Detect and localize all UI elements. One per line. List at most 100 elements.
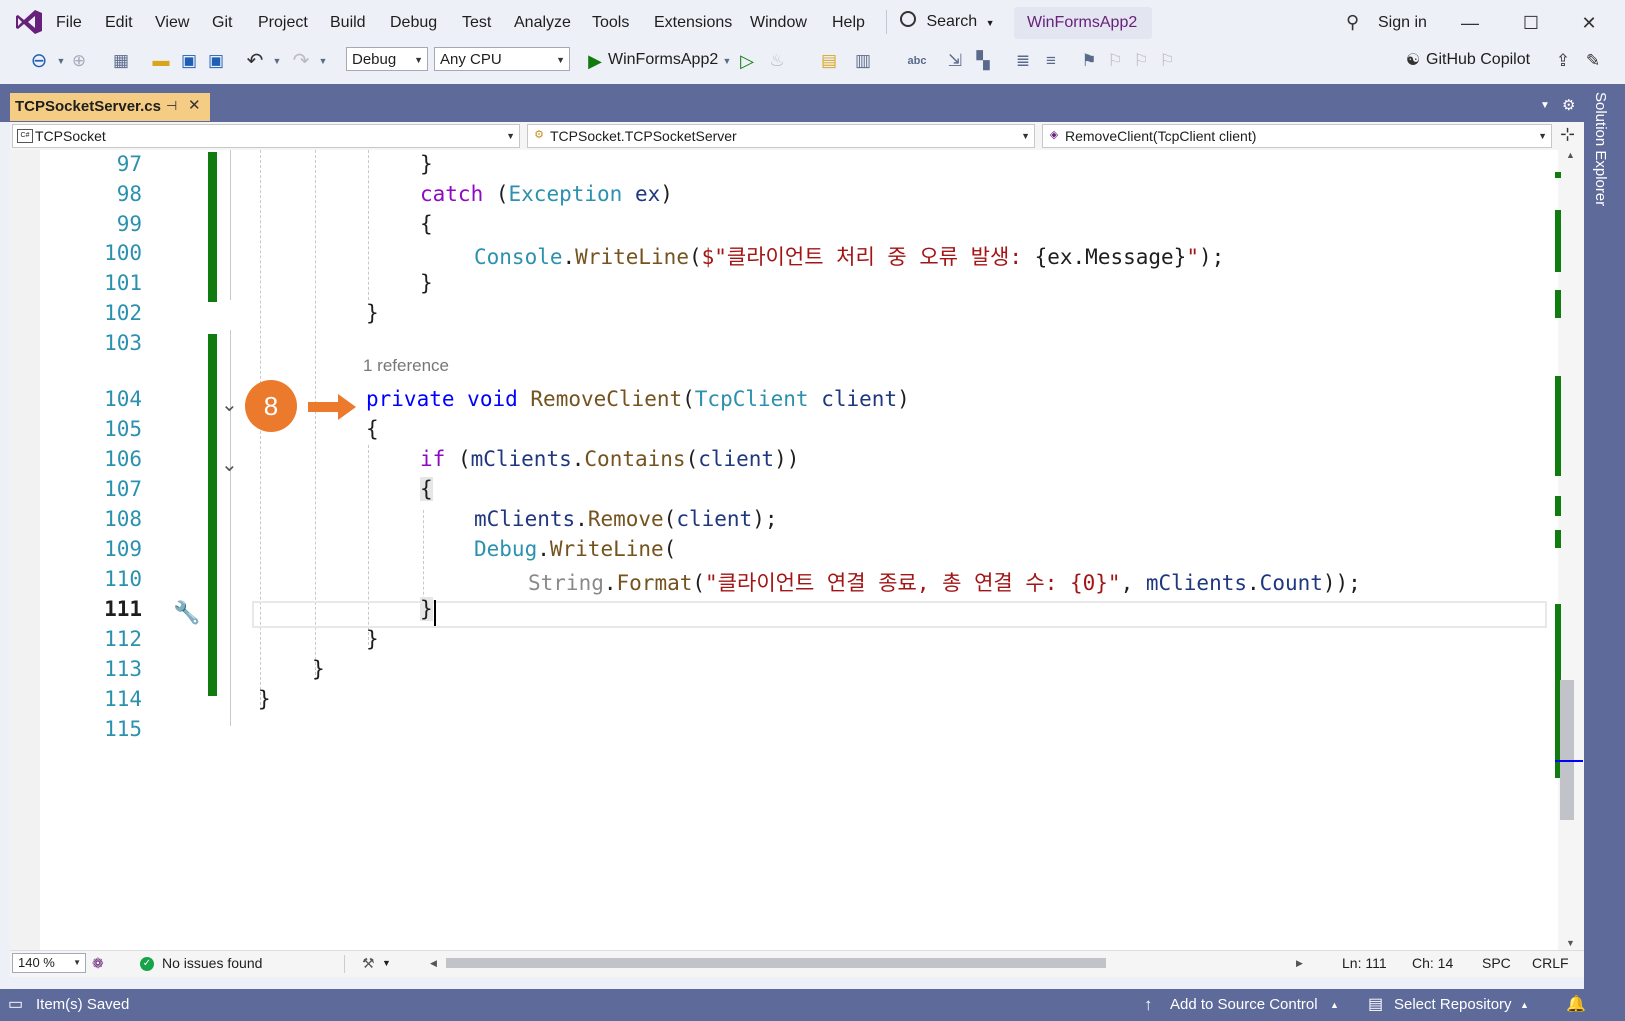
uncomment-icon[interactable]: ≡ — [1040, 50, 1062, 72]
menu-build[interactable]: Build — [330, 0, 366, 44]
collapse-icon[interactable]: ⌄ — [221, 452, 238, 477]
chevron-down-icon: ▼ — [985, 18, 995, 28]
line-number: 109 — [104, 537, 142, 561]
member-select[interactable]: ◈ RemoveClient(TcpClient client) ▼ — [1042, 124, 1552, 148]
pin-icon[interactable]: ⊣ — [166, 98, 177, 114]
copilot-status-icon[interactable]: ❁ — [92, 951, 104, 975]
code-map-icon[interactable]: ▚ — [972, 50, 994, 72]
chevron-up-icon: ▲ — [1520, 1000, 1529, 1010]
comment-icon[interactable]: ≣ — [1012, 50, 1034, 72]
split-editor-icon[interactable]: ⊹ — [1560, 124, 1575, 145]
overview-change-mark — [1555, 496, 1561, 516]
start-without-debugging-icon[interactable]: ▷ — [736, 50, 758, 72]
class-icon: ⚙ — [534, 129, 544, 141]
class-view-icon[interactable]: ▥ — [852, 50, 874, 72]
separator — [344, 955, 345, 973]
type-select[interactable]: ⚙ TCPSocket.TCPSocketServer ▼ — [527, 124, 1035, 148]
add-to-source-control-button[interactable]: Add to Source Control — [1170, 989, 1318, 1021]
solution-configuration-select[interactable]: Debug ▼ — [346, 47, 428, 71]
code-line-98: catch (Exception ex) — [420, 182, 673, 206]
solution-explorer-icon[interactable]: ▤ — [818, 50, 840, 72]
scroll-down-icon[interactable]: ▼ — [1566, 938, 1575, 948]
zoom-select[interactable]: 140 % ▼ — [12, 953, 86, 973]
step-into-icon[interactable]: ⇲ — [944, 50, 966, 72]
play-icon[interactable]: ▶ — [584, 50, 606, 72]
line-number: 105 — [104, 417, 142, 441]
clear-bookmarks-icon[interactable]: ⚐ — [1156, 50, 1178, 72]
menu-window[interactable]: Window — [750, 0, 807, 44]
chevron-down-icon[interactable]: ▼ — [266, 50, 288, 72]
menu-view[interactable]: View — [155, 0, 189, 44]
scroll-right-icon[interactable]: ▶ — [1296, 951, 1303, 975]
line-ending-indicator[interactable]: CRLF — [1532, 951, 1569, 975]
save-icon[interactable]: ▣ — [178, 50, 200, 72]
feedback-icon[interactable]: ✎ — [1582, 50, 1604, 72]
menu-analyze[interactable]: Analyze — [514, 0, 571, 44]
navigate-back-icon[interactable]: ⊖ — [28, 50, 50, 72]
close-tab-icon[interactable]: ✕ — [188, 96, 201, 114]
menu-test[interactable]: Test — [462, 0, 491, 44]
menu-git[interactable]: Git — [212, 0, 232, 44]
code-editor[interactable] — [10, 150, 1558, 962]
solution-platform-select[interactable]: Any CPU ▼ — [434, 47, 570, 71]
gear-icon[interactable]: ⚙ — [1562, 96, 1575, 114]
line-indicator[interactable]: Ln: 111 — [1342, 951, 1387, 975]
start-debugging-button[interactable]: WinFormsApp2 — [608, 48, 718, 72]
spell-check-icon[interactable]: abc — [906, 50, 928, 72]
maximize-button[interactable]: ☐ — [1508, 6, 1554, 40]
save-all-icon[interactable]: ▣ — [205, 50, 227, 72]
github-copilot-button[interactable]: GitHub Copilot — [1426, 48, 1530, 72]
menu-project[interactable]: Project — [258, 0, 308, 44]
minimize-button[interactable]: — — [1447, 6, 1493, 40]
share-icon[interactable]: ⇪ — [1552, 50, 1574, 72]
menu-extensions[interactable]: Extensions — [654, 0, 732, 44]
code-line-101: } — [420, 271, 433, 295]
scroll-up-icon[interactable]: ▲ — [1566, 150, 1575, 160]
outline-line — [230, 330, 231, 726]
chevron-down-icon[interactable]: ▼ — [382, 951, 391, 975]
bookmark-icon[interactable]: ⚑ — [1078, 50, 1100, 72]
hot-reload-icon[interactable]: ♨ — [766, 50, 788, 72]
next-bookmark-icon[interactable]: ⚐ — [1130, 50, 1152, 72]
menu-tools[interactable]: Tools — [592, 0, 629, 44]
horizontal-scroll-thumb[interactable] — [446, 958, 1106, 968]
line-number: 97 — [116, 152, 142, 176]
line-number: 106 — [104, 447, 142, 471]
column-indicator[interactable]: Ch: 14 — [1412, 951, 1453, 975]
open-folder-icon[interactable]: ▬ — [150, 50, 172, 72]
menu-file[interactable]: File — [56, 0, 82, 44]
collapse-icon[interactable]: ⌄ — [221, 392, 238, 417]
code-line-99: { — [420, 212, 433, 236]
solution-explorer-tab[interactable]: Solution Explorer — [1592, 92, 1609, 206]
chevron-down-icon[interactable]: ▼ — [716, 50, 738, 72]
line-number: 104 — [104, 387, 142, 411]
method-icon: ◈ — [1049, 129, 1059, 141]
select-repository-button[interactable]: Select Repository — [1394, 989, 1512, 1021]
chevron-down-icon[interactable]: ▼ — [312, 50, 334, 72]
issues-status[interactable]: No issues found — [162, 951, 262, 975]
whitespace-indicator[interactable]: SPC — [1482, 951, 1511, 975]
code-cleanup-icon[interactable]: ⚒ — [362, 951, 375, 975]
notifications-bell-icon[interactable]: 🔔 — [1566, 989, 1586, 1021]
menu-edit[interactable]: Edit — [105, 0, 133, 44]
close-button[interactable]: ✕ — [1566, 6, 1612, 40]
search-icon — [900, 11, 916, 27]
vertical-scrollbar[interactable] — [1558, 150, 1584, 962]
search-button[interactable]: Search ▼ — [900, 8, 995, 36]
quick-actions-screwdriver-icon[interactable]: 🔧 — [173, 600, 200, 626]
overview-change-mark — [1555, 376, 1561, 476]
tab-dropdown-icon[interactable]: ▼ — [1540, 100, 1550, 111]
scroll-thumb[interactable] — [1560, 680, 1574, 820]
new-project-icon[interactable]: ▦ — [110, 50, 132, 72]
undo-icon[interactable]: ↶ — [244, 50, 266, 72]
menu-help[interactable]: Help — [832, 0, 865, 44]
code-lens-references[interactable]: 1 reference — [363, 356, 449, 376]
project-select[interactable]: C# TCPSocket ▼ — [12, 124, 520, 148]
navigate-forward-icon[interactable]: ⊕ — [68, 50, 90, 72]
redo-icon[interactable]: ↷ — [290, 50, 312, 72]
menu-debug[interactable]: Debug — [390, 0, 437, 44]
prev-bookmark-icon[interactable]: ⚐ — [1104, 50, 1126, 72]
sign-in-button[interactable]: Sign in — [1378, 7, 1427, 39]
code-line-113: } — [312, 657, 325, 681]
scroll-left-icon[interactable]: ◀ — [430, 951, 437, 975]
